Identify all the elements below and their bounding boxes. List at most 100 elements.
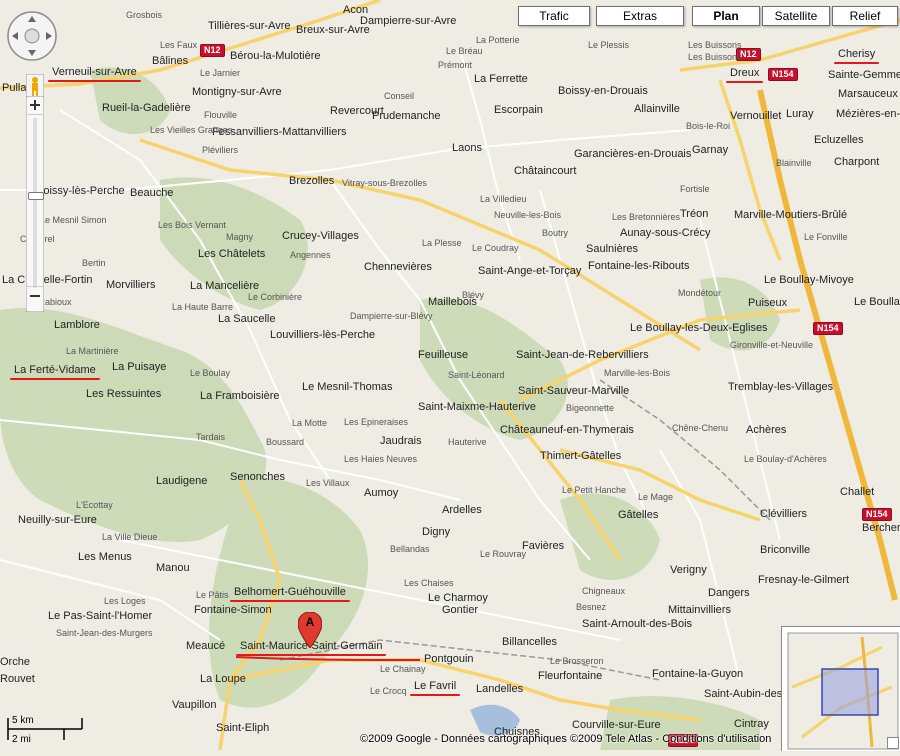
place-label[interactable]: Breux-sur-Avre	[296, 24, 370, 36]
place-label[interactable]: Pulla	[2, 82, 26, 94]
place-label[interactable]: Lamblore	[54, 319, 100, 331]
maptype-satellite-button[interactable]: Satellite	[762, 6, 830, 26]
place-label[interactable]: Le Boullay-Mivoye	[764, 274, 854, 286]
place-label-minor[interactable]: Le Crocq	[370, 686, 407, 696]
place-label[interactable]: La Mancelière	[190, 280, 259, 292]
place-label-minor[interactable]: La Villedieu	[480, 194, 526, 204]
place-label[interactable]: Boissy-lès-Perche	[36, 185, 125, 197]
place-label-minor[interactable]: Vitray-sous-Brezolles	[342, 178, 427, 188]
place-label-minor[interactable]: Hauterive	[448, 437, 487, 447]
place-label-minor[interactable]: La Plesse	[422, 238, 462, 248]
place-label[interactable]: Prudemanche	[372, 110, 441, 122]
place-label-minor[interactable]: Les Haies Neuves	[344, 454, 417, 464]
place-label-minor[interactable]: Dampierre-sur-Blévy	[350, 311, 433, 321]
place-label[interactable]: Brezolles	[289, 175, 334, 187]
place-label[interactable]: Crucey-Villages	[282, 230, 359, 242]
place-label[interactable]: Bercheres	[862, 522, 900, 534]
place-label[interactable]: Dreux	[725, 67, 764, 83]
place-label-minor[interactable]: Bigeonnette	[566, 403, 614, 413]
place-label[interactable]: Ardelles	[442, 504, 482, 516]
place-label-minor[interactable]: L'Ecottay	[76, 500, 113, 510]
place-label-minor[interactable]: Les Bretonnières	[612, 212, 680, 222]
place-label[interactable]: Fontaine-la-Guyon	[652, 668, 743, 680]
place-label[interactable]: La Framboisière	[200, 390, 279, 402]
place-label[interactable]: Meaucé	[186, 640, 225, 652]
place-label[interactable]: Louvilliers-lès-Perche	[270, 329, 375, 341]
place-label-minor[interactable]: Le Boulay	[190, 368, 230, 378]
place-label[interactable]: Thimert-Gâtelles	[540, 450, 621, 462]
place-label[interactable]: Sainte-Gemme	[828, 69, 900, 81]
zoom-out-button[interactable]	[26, 286, 44, 305]
place-label[interactable]: Luray	[786, 108, 814, 120]
place-label-minor[interactable]: La Motte	[292, 418, 327, 428]
place-label[interactable]: Pontgouin	[424, 653, 474, 665]
place-label-minor[interactable]: Besnez	[576, 602, 606, 612]
place-label-minor[interactable]: Fortisle	[680, 184, 710, 194]
place-label-minor[interactable]: Tardais	[196, 432, 225, 442]
place-label[interactable]: Fleurfontaine	[538, 670, 602, 682]
place-label[interactable]: Escorpain	[494, 104, 543, 116]
place-label-minor[interactable]: Neuville-les-Bois	[494, 210, 561, 220]
place-label[interactable]: Mittainvilliers	[668, 604, 731, 616]
map-canvas[interactable]: N12 N12 N154 N154 N154 N154 Verneuil-sur…	[0, 0, 900, 751]
place-label[interactable]: Verneuil-sur-Avre	[48, 66, 141, 82]
place-label[interactable]: Gontier	[442, 604, 478, 616]
place-label[interactable]: Gâtelles	[618, 509, 658, 521]
place-label-minor[interactable]: Le Jarnier	[200, 68, 240, 78]
zoom-in-button[interactable]	[26, 96, 44, 115]
place-label[interactable]: Billancelles	[502, 636, 557, 648]
place-label[interactable]: Aumoy	[364, 487, 398, 499]
place-label-minor[interactable]: La Haute Barre	[172, 302, 233, 312]
place-label-minor[interactable]: Bois-le-Roi	[686, 121, 730, 131]
place-label-minor[interactable]: La Ville Dieue	[102, 532, 157, 542]
place-label[interactable]: Saint-Ange-et-Torçay	[478, 265, 581, 277]
place-label-minor[interactable]: Le Mage	[638, 492, 673, 502]
place-label-minor[interactable]: Le Brosseron	[550, 656, 604, 666]
place-label[interactable]: Garnay	[692, 144, 728, 156]
place-label-minor[interactable]: Les Bois Vernant	[158, 220, 226, 230]
place-label[interactable]: La Ferté-Vidame	[10, 364, 100, 380]
place-label-minor[interactable]: Le Corbinière	[248, 292, 302, 302]
place-label[interactable]: Aunay-sous-Crécy	[620, 227, 710, 239]
place-label[interactable]: Cherisy	[833, 48, 880, 64]
place-label[interactable]: Rueil-la-Gadelière	[102, 102, 191, 114]
place-label-minor[interactable]: Les Villaux	[306, 478, 349, 488]
place-label-minor[interactable]: Flouville	[204, 110, 237, 120]
place-label[interactable]: Le Boullay	[854, 296, 900, 308]
place-label[interactable]: La Loupe	[200, 673, 246, 685]
place-label-minor[interactable]: Bertin	[82, 258, 106, 268]
place-label[interactable]: Rouvet	[0, 673, 35, 685]
place-label-minor[interactable]: Prémont	[438, 60, 472, 70]
place-label[interactable]: Digny	[422, 526, 450, 538]
place-label-minor[interactable]: Le Bréau	[446, 46, 483, 56]
place-label-minor[interactable]: Le Coudray	[472, 243, 519, 253]
place-label[interactable]: Marsauceux	[838, 88, 898, 100]
place-label-minor[interactable]: Bellandas	[390, 544, 430, 554]
place-label-minor[interactable]: Le Rouvray	[480, 549, 526, 559]
place-label-minor[interactable]: Saint-Léonard	[448, 370, 505, 380]
place-label[interactable]: Beauche	[130, 187, 173, 199]
place-label[interactable]: Vaupillon	[172, 699, 216, 711]
place-label-minor[interactable]: Les Epineraises	[344, 417, 408, 427]
overview-map[interactable]	[781, 626, 900, 751]
place-label[interactable]: Orche	[0, 656, 30, 668]
zoom-slider-track[interactable]	[33, 118, 37, 288]
place-label[interactable]: Mézières-en-Dr	[836, 108, 900, 120]
place-label-minor[interactable]: Les Buissons	[688, 40, 742, 50]
place-label[interactable]: Morvilliers	[106, 279, 156, 291]
place-label[interactable]: La Puisaye	[112, 361, 166, 373]
place-label-minor[interactable]: La Martinière	[66, 346, 119, 356]
place-label-minor[interactable]: Les Vieilles Granges	[150, 125, 232, 135]
place-label[interactable]: Belhomert-Guéhouville	[230, 586, 350, 602]
place-label[interactable]: Le Charmoy	[428, 592, 488, 604]
place-label[interactable]: Tréon	[680, 208, 708, 220]
place-label-minor[interactable]: Marville-les-Bois	[604, 368, 670, 378]
place-label[interactable]: Ecluzelles	[814, 134, 864, 146]
place-label[interactable]: Tremblay-les-Villages	[728, 381, 833, 393]
place-label-minor[interactable]: Les Faux	[160, 40, 197, 50]
place-label[interactable]: Achères	[746, 424, 786, 436]
place-label[interactable]: La Ferrette	[474, 73, 528, 85]
place-label[interactable]: Puiseux	[748, 297, 787, 309]
place-label[interactable]: Le Mesnil-Thomas	[302, 381, 392, 393]
pan-control[interactable]	[6, 10, 58, 62]
